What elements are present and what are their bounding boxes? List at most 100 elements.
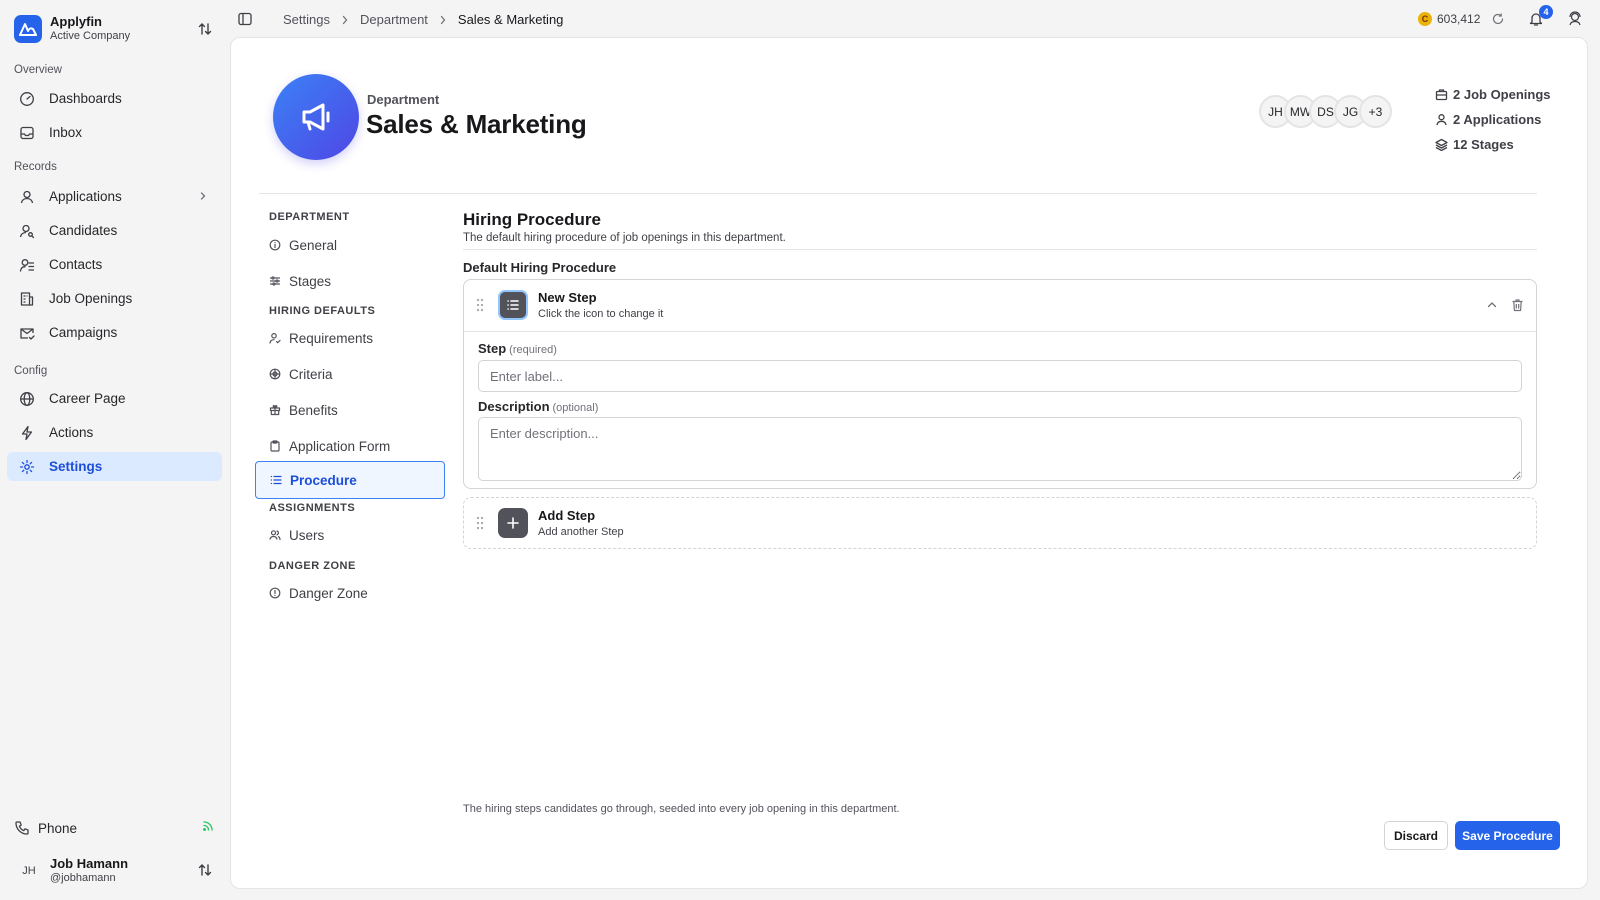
stat-label: 2 Job Openings <box>1453 87 1551 102</box>
subnav-section-department: DEPARTMENT <box>269 211 350 223</box>
coin-icon: C <box>1418 12 1432 26</box>
sidebar-item-actions[interactable]: Actions <box>7 418 222 447</box>
step-list-icon[interactable] <box>498 290 528 320</box>
subnav-item-label: Requirements <box>289 330 374 346</box>
globe-icon <box>19 391 35 407</box>
refresh-icon[interactable] <box>1492 13 1504 25</box>
sidebar-item-job-openings[interactable]: Job Openings <box>7 284 222 313</box>
sidebar-item-campaigns[interactable]: Campaigns <box>7 318 222 347</box>
avatar: JH <box>14 856 44 886</box>
sidebar-item-label: Settings <box>49 459 103 474</box>
subnav-item-danger-zone[interactable]: Danger Zone <box>255 574 445 612</box>
phone-icon <box>14 820 30 836</box>
section-label-records: Records <box>14 161 57 173</box>
sidebar-item-applications[interactable]: Applications <box>7 182 222 211</box>
step-description-textarea[interactable] <box>478 417 1522 481</box>
credits-balance[interactable]: C 603,412 <box>1418 12 1480 26</box>
topbar: Settings Department Sales & Marketing C … <box>228 0 1600 38</box>
department-stats: 2 Job Openings 2 Applications 12 Stages <box>1435 82 1551 157</box>
gift-icon <box>269 404 281 416</box>
sidebar-item-label: Contacts <box>49 257 103 272</box>
breadcrumb-item-current: Sales & Marketing <box>457 12 564 27</box>
breadcrumb-item-settings[interactable]: Settings <box>283 12 330 27</box>
sidebar-item-label: Applications <box>49 189 122 204</box>
sidebar-item-career-page[interactable]: Career Page <box>7 384 222 413</box>
subnav-item-label: Benefits <box>289 402 338 418</box>
building-icon <box>19 291 35 307</box>
sidebar-item-candidates[interactable]: Candidates <box>7 216 222 245</box>
subnav-item-benefits[interactable]: Benefits <box>255 391 445 429</box>
support-agent-icon[interactable] <box>1568 11 1582 27</box>
sidebar-item-dashboards[interactable]: Dashboards <box>7 84 222 113</box>
layers-icon <box>1435 138 1448 151</box>
sidebar-toggle-icon[interactable] <box>238 12 252 26</box>
sidebar-item-label: Actions <box>49 425 94 440</box>
user-handle: @jobhamann <box>50 872 116 884</box>
chevron-right-icon <box>341 15 349 25</box>
optional-hint: (optional) <box>552 402 599 414</box>
phone-label: Phone <box>38 820 78 836</box>
company-logo-icon <box>14 15 42 43</box>
member-avatars[interactable]: JH MW DS JG +3 <box>1259 95 1392 128</box>
add-step-button[interactable]: Add Step Add another Step <box>463 497 1537 549</box>
sidebar-item-label: Campaigns <box>49 325 118 340</box>
plus-icon <box>498 508 528 538</box>
sidebar-item-inbox[interactable]: Inbox <box>7 118 222 147</box>
discard-button[interactable]: Discard <box>1384 821 1448 850</box>
stat-stages[interactable]: 12 Stages <box>1435 132 1551 157</box>
step-label-input[interactable] <box>478 360 1522 392</box>
info-icon <box>269 239 281 251</box>
step-subtitle: Click the icon to change it <box>538 308 664 320</box>
clipboard-icon <box>269 440 281 452</box>
chevron-right-icon <box>439 15 447 25</box>
sidebar-item-label: Candidates <box>49 223 118 238</box>
alert-circle-icon <box>269 587 281 599</box>
sidebar-item-settings[interactable]: Settings <box>7 452 222 481</box>
user-switcher[interactable]: JH Job Hamann @jobhamann <box>14 855 218 887</box>
subnav-item-general[interactable]: General <box>255 226 445 264</box>
trash-icon[interactable] <box>1511 298 1524 312</box>
required-hint: (required) <box>509 344 557 356</box>
swap-vertical-icon[interactable] <box>198 863 212 877</box>
drag-handle-icon[interactable] <box>476 298 484 312</box>
sidebar-item-label: Career Page <box>49 391 126 406</box>
user-name: Job Hamann <box>50 856 129 871</box>
subnav-item-procedure[interactable]: Procedure <box>255 461 445 499</box>
stat-job-openings[interactable]: 2 Job Openings <box>1435 82 1551 107</box>
lightning-icon <box>19 425 35 441</box>
sidebar: Applyfin Active Company Overview Dashboa… <box>0 0 228 900</box>
main-panel: Department Sales & Marketing JH MW DS JG… <box>230 37 1588 889</box>
save-procedure-button[interactable]: Save Procedure <box>1455 821 1560 850</box>
phone-status[interactable]: Phone <box>14 818 218 838</box>
stat-label: 12 Stages <box>1453 137 1514 152</box>
subnav-item-requirements[interactable]: Requirements <box>255 319 445 357</box>
section-label-config: Config <box>14 365 48 377</box>
subnav-item-label: Stages <box>289 273 332 289</box>
subnav-item-users[interactable]: Users <box>255 516 445 554</box>
company-switcher[interactable]: Applyfin Active Company <box>14 14 218 44</box>
gauge-icon <box>19 91 35 107</box>
page-title: Sales & Marketing <box>366 109 587 139</box>
megaphone-icon[interactable] <box>273 74 359 160</box>
section-description: The default hiring procedure of job open… <box>463 232 786 244</box>
add-step-title: Add Step <box>538 508 596 523</box>
breadcrumb-item-department[interactable]: Department <box>360 12 428 27</box>
gear-icon <box>19 459 35 475</box>
field-heading: Default Hiring Procedure <box>463 260 617 275</box>
sidebar-item-contacts[interactable]: Contacts <box>7 250 222 279</box>
swap-vertical-icon[interactable] <box>198 22 212 36</box>
breadcrumb: Settings Department Sales & Marketing <box>283 12 563 27</box>
subnav-item-stages[interactable]: Stages <box>255 262 445 300</box>
subnav-item-criteria[interactable]: Criteria <box>255 355 445 393</box>
avatar-overflow-count[interactable]: +3 <box>1359 95 1392 128</box>
mail-check-icon <box>19 325 35 341</box>
header-divider <box>259 193 1537 194</box>
subnav-section-hiring-defaults: HIRING DEFAULTS <box>269 305 376 317</box>
description-field-label: Description (optional) <box>478 399 598 414</box>
subnav-item-application-form[interactable]: Application Form <box>255 427 445 465</box>
stat-applications[interactable]: 2 Applications <box>1435 107 1551 132</box>
step-card-header[interactable]: New Step Click the icon to change it <box>464 280 1536 332</box>
chevron-up-icon[interactable] <box>1486 299 1498 311</box>
footer-note: The hiring steps candidates go through, … <box>463 803 900 815</box>
section-title: Hiring Procedure <box>463 210 601 229</box>
